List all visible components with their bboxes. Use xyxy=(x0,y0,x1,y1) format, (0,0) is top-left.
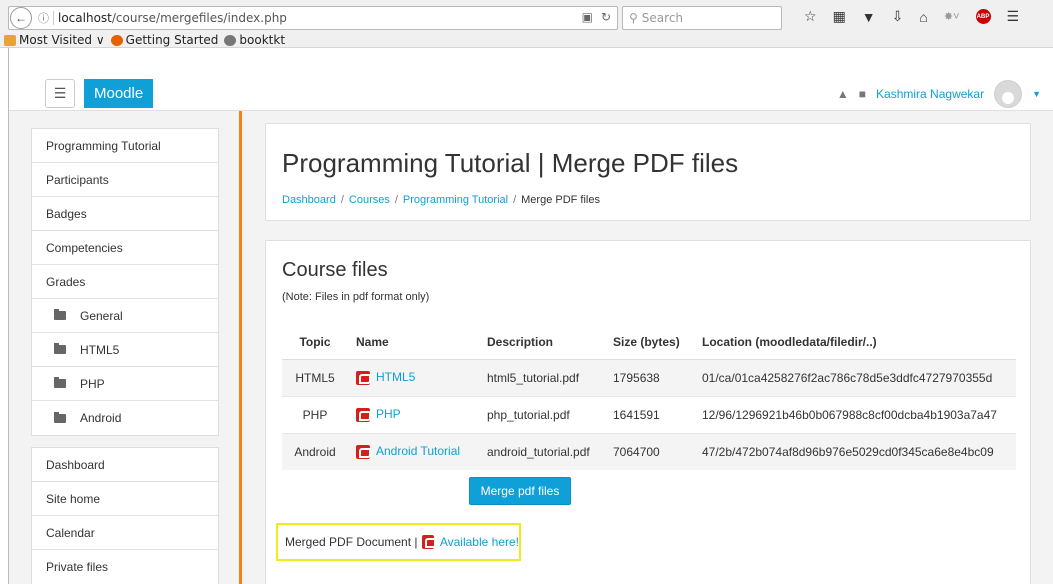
folder-icon xyxy=(54,343,66,354)
menu-icon[interactable]: ☰ xyxy=(1007,8,1020,25)
drawer-divider xyxy=(239,111,242,584)
folder-icon xyxy=(54,377,66,388)
merge-pdf-button[interactable]: Merge pdf files xyxy=(469,477,571,505)
sidebar-item-competencies[interactable]: Competencies xyxy=(32,231,218,265)
moodle-navbar: ☰ Moodle ▲ ■ Kashmira Nagwekar ▼ xyxy=(8,76,1053,111)
location-cell: 47/2b/472b074af8d96b976e5029cd0f345ca6e8… xyxy=(694,432,1016,470)
breadcrumb: Dashboard / Courses / Programming Tutorial / M… xyxy=(282,194,600,206)
sidebar-item-site-home[interactable]: Site home xyxy=(32,482,218,516)
file-link[interactable]: HTML5 xyxy=(376,370,415,384)
section-title: Course files xyxy=(282,259,388,281)
search-placeholder: Search xyxy=(641,11,684,25)
table-row: Android Android Tutorial android_tutoria… xyxy=(282,432,1016,470)
browser-toolbar: ← ⓘ localhost/course/mergefiles/index.ph… xyxy=(0,0,1053,48)
file-link[interactable]: PHP xyxy=(376,407,401,421)
home-icon[interactable]: ⌂ xyxy=(919,9,927,25)
url-path: /course/mergefiles/index.php xyxy=(111,11,287,25)
page-header: Programming Tutorial | Merge PDF files D… xyxy=(265,123,1031,221)
sidebar-item-private-files[interactable]: Private files xyxy=(32,550,218,584)
size-cell: 1795638 xyxy=(605,359,694,396)
topic-cell: PHP xyxy=(282,395,348,433)
url-host: localhost xyxy=(58,11,112,25)
location-cell: 12/96/1296921b46b0b067988c8cf00dcba4b190… xyxy=(694,395,1016,433)
breadcrumb-dashboard[interactable]: Dashboard xyxy=(282,194,336,206)
description-cell: php_tutorial.pdf xyxy=(479,395,605,433)
info-icon[interactable]: ⓘ xyxy=(38,10,49,26)
reader-view-icon[interactable]: ▣ xyxy=(582,10,593,24)
table-row: PHP PHP php_tutorial.pdf 1641591 12/96/1… xyxy=(282,395,1016,433)
merged-result: Merged PDF Document | Available here! xyxy=(276,523,521,561)
column-header: Name xyxy=(348,325,479,360)
page-top xyxy=(8,48,1053,76)
download-icon[interactable]: ⇩ xyxy=(892,8,904,25)
column-header: Size (bytes) xyxy=(605,325,694,360)
merged-label: Merged PDF Document | xyxy=(285,535,418,549)
sidebar-item-course[interactable]: Programming Tutorial xyxy=(32,129,218,163)
column-header: Topic xyxy=(282,325,348,360)
drawer-toggle-button[interactable]: ☰ xyxy=(45,79,75,108)
topic-cell: HTML5 xyxy=(282,359,348,396)
back-icon[interactable]: ← xyxy=(10,7,32,29)
avatar[interactable] xyxy=(994,79,1023,108)
breadcrumb-course[interactable]: Programming Tutorial xyxy=(403,194,508,206)
size-cell: 7064700 xyxy=(605,432,694,470)
site-nav-block: Dashboard Site home Calendar Private fil… xyxy=(31,447,219,584)
url-bar[interactable]: ← ⓘ localhost/course/mergefiles/index.ph… xyxy=(8,6,618,30)
course-nav-block: Programming Tutorial Participants Badges… xyxy=(31,128,219,436)
size-cell: 1641591 xyxy=(605,395,694,433)
sidebar-item-general[interactable]: General xyxy=(32,299,218,333)
bookmark-most-visited[interactable]: Most Visited ∨ xyxy=(4,33,105,47)
message-icon[interactable]: ■ xyxy=(859,87,866,101)
globe-icon xyxy=(224,34,237,46)
pdf-icon xyxy=(356,370,371,385)
column-header: Location (moodledata/filedir/..) xyxy=(694,325,1016,360)
folder-icon xyxy=(54,411,66,423)
sidebar-item-dashboard[interactable]: Dashboard xyxy=(32,448,218,482)
page-title: Programming Tutorial | Merge PDF files xyxy=(282,148,739,178)
pdf-icon xyxy=(356,445,371,460)
sidebar-item-php[interactable]: PHP xyxy=(32,367,218,401)
reload-icon[interactable]: ↻ xyxy=(601,10,611,24)
pdf-icon xyxy=(356,407,371,422)
bookmark-booktkt[interactable]: booktkt xyxy=(224,33,285,47)
site-brand[interactable]: Moodle xyxy=(84,79,154,108)
firefox-icon xyxy=(110,34,123,46)
sidebar-item-participants[interactable]: Participants xyxy=(32,163,218,197)
description-cell: android_tutorial.pdf xyxy=(479,432,605,470)
breadcrumb-current: Merge PDF files xyxy=(521,194,600,206)
bookmark-getting-started[interactable]: Getting Started xyxy=(110,33,218,47)
folder-icon xyxy=(54,309,66,320)
file-link[interactable]: Android Tutorial xyxy=(376,444,460,458)
course-files-panel: Course files (Note: Files in pdf format … xyxy=(265,240,1031,584)
bookmarks-bar: Most Visited ∨ Getting Started booktkt xyxy=(4,32,285,48)
search-icon: ⚲ xyxy=(629,11,638,25)
format-note: (Note: Files in pdf format only) xyxy=(282,291,430,303)
search-input[interactable]: ⚲ Search xyxy=(622,6,782,30)
files-table: Topic Name Description Size (bytes) Loca… xyxy=(282,325,1016,470)
sidebar-item-android[interactable]: Android xyxy=(32,401,218,435)
extension-icon[interactable]: ✸˅ xyxy=(944,10,960,23)
pdf-icon xyxy=(421,535,437,549)
breadcrumb-courses[interactable]: Courses xyxy=(349,194,390,206)
column-header: Description xyxy=(479,325,605,360)
table-row: HTML5 HTML5 html5_tutorial.pdf 1795638 0… xyxy=(282,359,1016,396)
sidebar-item-calendar[interactable]: Calendar xyxy=(32,516,218,550)
folder-icon xyxy=(4,34,16,46)
bookmarks-list-icon[interactable]: ▦ xyxy=(833,8,846,25)
sidebar-item-badges[interactable]: Badges xyxy=(32,197,218,231)
pocket-icon[interactable]: ▼ xyxy=(862,9,876,25)
caret-down-icon[interactable]: ▼ xyxy=(1032,89,1041,99)
bookmark-star-icon[interactable]: ☆ xyxy=(804,8,817,25)
user-name[interactable]: Kashmira Nagwekar xyxy=(876,87,984,101)
sidebar-item-html5[interactable]: HTML5 xyxy=(32,333,218,367)
adblock-icon[interactable]: ABP xyxy=(975,9,991,24)
merged-file-link[interactable]: Available here! xyxy=(440,535,519,549)
topic-cell: Android xyxy=(282,432,348,470)
description-cell: html5_tutorial.pdf xyxy=(479,359,605,396)
location-cell: 01/ca/01ca4258276f2ac786c78d5e3ddfc47279… xyxy=(694,359,1016,396)
bell-icon[interactable]: ▲ xyxy=(837,87,849,101)
sidebar-item-grades[interactable]: Grades xyxy=(32,265,218,299)
